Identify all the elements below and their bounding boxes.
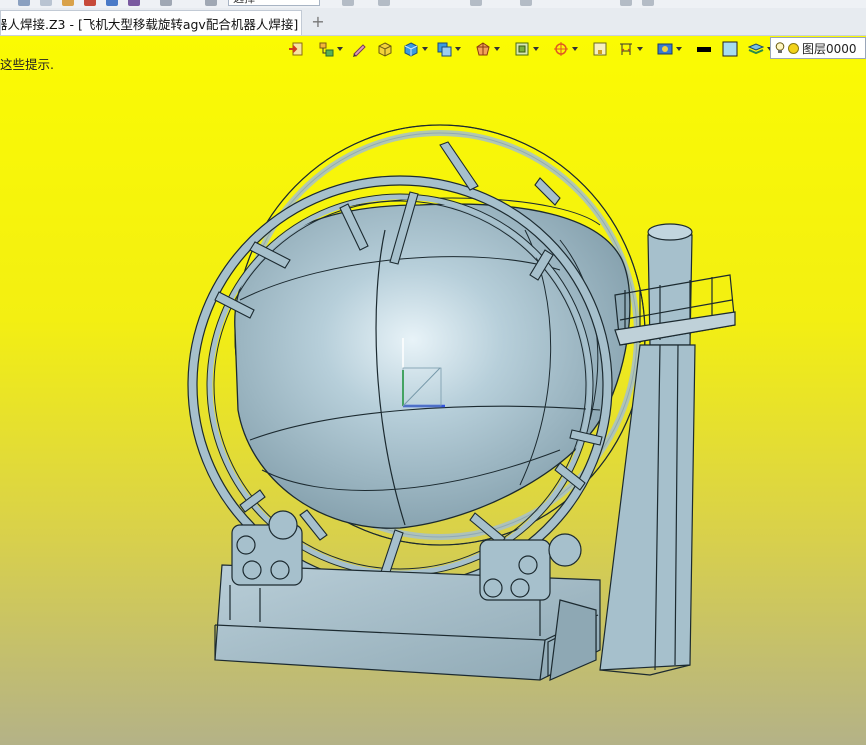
light-bulb-icon[interactable]: [775, 42, 785, 54]
measure-icon[interactable]: [616, 40, 635, 59]
pencil-icon[interactable]: [349, 40, 368, 59]
quick-icon-5[interactable]: [106, 0, 118, 6]
quick-icon-11[interactable]: [470, 0, 482, 6]
assembly-tree-icon[interactable]: [316, 40, 335, 59]
document-tab-title: 器人焊接.Z3 - [飞机大型移载旋转agv配合机器人焊接]: [0, 16, 299, 32]
quick-icon-4[interactable]: [84, 0, 96, 6]
quick-icon-8[interactable]: [205, 0, 217, 6]
measure-dropdown[interactable]: [637, 47, 643, 51]
line-color-icon[interactable]: [694, 40, 713, 59]
frame-icon[interactable]: [512, 40, 531, 59]
quick-icon-2[interactable]: [40, 0, 52, 6]
fit-view-icon[interactable]: [590, 40, 609, 59]
view-toolbar: [286, 38, 779, 60]
material-icon[interactable]: [746, 40, 765, 59]
section-dropdown[interactable]: [494, 47, 500, 51]
document-tab-bar: 器人焊接.Z3 - [飞机大型移载旋转agv配合机器人焊接] ✕ +: [0, 8, 866, 36]
layer-name: 图层0000: [802, 41, 857, 56]
assembly-tree-dropdown[interactable]: [337, 47, 343, 51]
quick-icon-1[interactable]: [18, 0, 30, 6]
exit-icon[interactable]: [286, 40, 305, 59]
quick-icon-12[interactable]: [520, 0, 532, 6]
pivot-dropdown[interactable]: [572, 47, 578, 51]
quick-icon-10[interactable]: [378, 0, 390, 6]
display-mode-icon[interactable]: [434, 40, 453, 59]
filter-icon[interactable]: [655, 40, 674, 59]
cube-view-dropdown[interactable]: [422, 47, 428, 51]
quick-icon-3[interactable]: [62, 0, 74, 6]
new-tab-button[interactable]: +: [309, 13, 327, 31]
quick-access-toolbar: 选择: [0, 0, 866, 8]
quick-icon-14[interactable]: [642, 0, 654, 6]
frame-dropdown[interactable]: [533, 47, 539, 51]
selection-filter-combo[interactable]: 选择: [228, 0, 320, 6]
shaded-cube-icon[interactable]: [375, 40, 394, 59]
filter-dropdown[interactable]: [676, 47, 682, 51]
graphics-viewport[interactable]: 这些提示. 图层0000: [0, 36, 866, 745]
section-icon[interactable]: [473, 40, 492, 59]
pivot-icon[interactable]: [551, 40, 570, 59]
prompt-hint: 这些提示.: [0, 57, 54, 72]
layer-selector[interactable]: 图层0000: [770, 37, 866, 59]
quick-icon-6[interactable]: [128, 0, 140, 6]
machine-3d-model: [187, 124, 736, 681]
document-tab[interactable]: 器人焊接.Z3 - [飞机大型移载旋转agv配合机器人焊接] ✕: [0, 10, 302, 35]
quick-icon-9[interactable]: [342, 0, 354, 6]
quick-icon-7[interactable]: [160, 0, 172, 6]
cube-view-icon[interactable]: [401, 40, 420, 59]
fill-color-icon[interactable]: [720, 40, 739, 59]
layer-status-dot[interactable]: [788, 42, 799, 54]
quick-icon-13[interactable]: [620, 0, 632, 6]
display-mode-dropdown[interactable]: [455, 47, 461, 51]
